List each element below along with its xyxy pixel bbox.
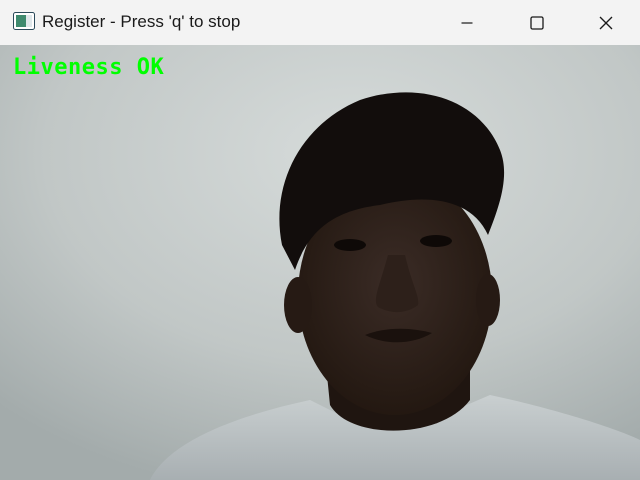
minimize-icon: [461, 17, 473, 29]
webcam-feed: Liveness OK: [0, 45, 640, 480]
maximize-icon: [530, 15, 544, 30]
title-bar[interactable]: Register - Press 'q' to stop: [0, 0, 640, 45]
minimize-button[interactable]: [432, 0, 502, 45]
app-window-icon: [13, 12, 35, 30]
close-button[interactable]: [572, 0, 640, 45]
liveness-status-text: Liveness OK: [13, 55, 165, 80]
webcam-frame-image: [0, 45, 640, 480]
window-title: Register - Press 'q' to stop: [42, 12, 241, 31]
close-icon: [599, 16, 613, 30]
maximize-button[interactable]: [502, 0, 572, 45]
app-window: Register - Press 'q' to stop Liveness OK: [0, 0, 640, 480]
